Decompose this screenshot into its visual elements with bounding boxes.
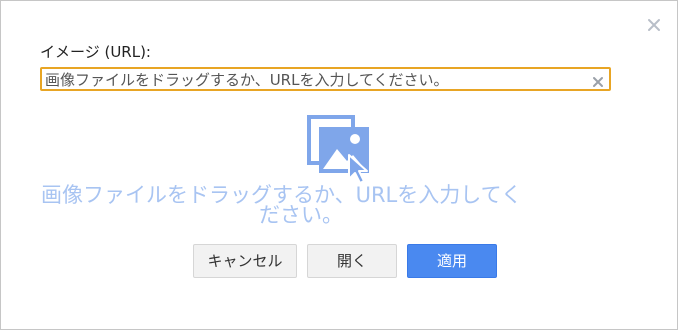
url-field-container (40, 67, 611, 91)
url-field-label: イメージ (URL): (40, 43, 151, 61)
apply-button[interactable]: 適用 (407, 244, 497, 278)
image-drop-icon (307, 115, 373, 187)
close-icon[interactable] (646, 17, 662, 33)
cancel-button[interactable]: キャンセル (193, 244, 297, 278)
open-button[interactable]: 開く (307, 244, 397, 278)
drop-zone-text: 画像ファイルをドラッグするか、URLを入力してく ださい。 (41, 185, 641, 227)
drop-zone-text-line2: ださい。 (259, 203, 343, 227)
insert-image-dialog: イメージ (URL): 画像ファイルをドラッグするか、URLを入力してく ださい… (0, 0, 678, 330)
url-input[interactable] (45, 70, 590, 90)
clear-icon[interactable] (592, 73, 604, 87)
